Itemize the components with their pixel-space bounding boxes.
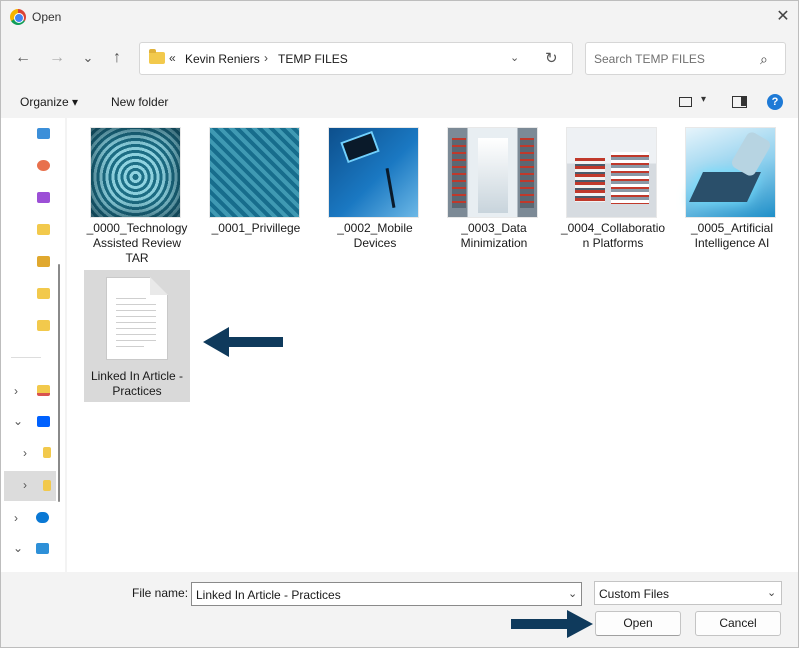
file-name-field[interactable]: Linked In Article - Practices ⌄: [191, 582, 582, 606]
close-icon[interactable]: ✕: [771, 6, 795, 28]
music-icon[interactable]: [37, 160, 50, 171]
chrome-icon: [10, 9, 26, 25]
refresh-icon[interactable]: ↻: [545, 49, 558, 67]
address-bar[interactable]: « Kevin Reniers › TEMP FILES ⌄ ↻: [139, 42, 573, 75]
breadcrumb-separator-icon[interactable]: ›: [264, 51, 268, 65]
open-button[interactable]: Open: [595, 611, 681, 636]
open-dialog: Open ✕ ← → ⌄ ↑ « Kevin Reniers › TEMP FI…: [0, 0, 799, 648]
document-icon: [106, 277, 168, 360]
forward-arrow-icon[interactable]: →: [46, 47, 68, 69]
videos-icon[interactable]: [37, 192, 50, 203]
nav-scrollbar[interactable]: [58, 264, 60, 502]
search-icon[interactable]: ⌕: [760, 51, 768, 68]
chevron-down-icon[interactable]: ⌄: [568, 587, 577, 600]
expand-chevron-icon[interactable]: ›: [23, 478, 27, 492]
file-list: _0000_Technology Assisted Review TAR _00…: [67, 118, 798, 572]
left-arrow-annotation-icon: [203, 327, 283, 357]
search-box[interactable]: Search TEMP FILES ⌕: [585, 42, 786, 75]
folder-icon: [43, 480, 51, 491]
file-thumbnail: [685, 127, 776, 218]
right-arrow-annotation-icon: [511, 610, 593, 638]
collapse-chevron-icon[interactable]: ⌄: [13, 414, 23, 428]
file-name: _0005_Artificial Intelligence AI: [690, 221, 774, 250]
breadcrumb-temp-files[interactable]: TEMP FILES: [278, 52, 348, 66]
organize-button[interactable]: Organize ▾: [20, 95, 78, 109]
collapse-chevron-icon[interactable]: ⌄: [13, 541, 23, 555]
downloads-folder-icon[interactable]: [37, 256, 50, 267]
shared-folder-icon[interactable]: [37, 385, 50, 396]
help-icon[interactable]: ?: [767, 94, 783, 110]
folder-icon: [149, 49, 165, 64]
file-thumbnail: [566, 127, 657, 218]
overflow-chevron-icon[interactable]: «: [169, 51, 176, 65]
file-item[interactable]: _0001_Privillege: [203, 118, 309, 258]
file-name-value[interactable]: Linked In Article - Practices: [196, 588, 341, 602]
dialog-title: Open: [32, 10, 62, 24]
folder-icon[interactable]: [37, 224, 50, 235]
file-type-select[interactable]: Custom Files ⌄: [594, 581, 782, 605]
file-thumbnail: [209, 127, 300, 218]
title-bar: Open ✕: [1, 1, 798, 33]
folder-icon[interactable]: [37, 288, 50, 299]
file-name: _0002_Mobile Devices: [337, 221, 413, 250]
file-name: _0003_Data Minimization: [460, 221, 528, 250]
pictures-icon[interactable]: [37, 128, 50, 139]
folder-icon[interactable]: [43, 447, 51, 458]
new-folder-button[interactable]: New folder: [111, 95, 168, 109]
dropbox-icon[interactable]: [37, 416, 50, 427]
file-item[interactable]: _0005_Artificial Intelligence AI: [679, 118, 785, 258]
file-dialog-footer: File name: Linked In Article - Practices…: [1, 572, 798, 647]
nav-item-selected[interactable]: ›: [4, 471, 56, 501]
file-name: _0004_Collaboration Platforms: [560, 221, 666, 250]
file-item[interactable]: _0003_Data Minimization: [441, 118, 547, 258]
file-name-label: File name:: [132, 586, 189, 600]
file-thumbnail: [447, 127, 538, 218]
preview-pane-icon[interactable]: [732, 96, 747, 108]
file-type-value: Custom Files: [599, 587, 670, 601]
file-name: _0001_Privillege: [211, 221, 301, 235]
file-thumbnail: [90, 127, 181, 218]
file-item-selected[interactable]: Linked In Article - Practices: [84, 270, 190, 402]
expand-chevron-icon[interactable]: ›: [14, 384, 18, 398]
file-thumbnail: [328, 127, 419, 218]
nav-divider: [11, 357, 41, 358]
file-item[interactable]: _0000_Technology Assisted Review TAR: [84, 118, 190, 265]
expand-chevron-icon[interactable]: ›: [23, 446, 27, 460]
navigation-pane: › ⌄ › › › ⌄: [1, 118, 65, 572]
file-item[interactable]: _0004_Collaboration Platforms: [560, 118, 666, 258]
file-item[interactable]: _0002_Mobile Devices: [322, 118, 428, 258]
view-mode-icon[interactable]: [679, 97, 692, 107]
breadcrumb-kevin-reniers[interactable]: Kevin Reniers: [185, 52, 260, 66]
expand-chevron-icon[interactable]: ›: [14, 511, 18, 525]
search-input[interactable]: Search TEMP FILES: [594, 52, 705, 66]
folder-icon[interactable]: [37, 320, 50, 331]
back-arrow-icon[interactable]: ←: [12, 47, 34, 69]
recent-locations-chevron-icon[interactable]: ⌄: [77, 47, 99, 69]
this-pc-icon[interactable]: [36, 543, 49, 554]
up-arrow-icon[interactable]: ↑: [106, 47, 128, 69]
file-name: Linked In Article - Practices: [90, 369, 184, 398]
view-dropdown-icon[interactable]: ▾: [701, 94, 706, 105]
cancel-button[interactable]: Cancel: [695, 611, 781, 636]
onedrive-icon[interactable]: [36, 512, 49, 523]
chevron-down-icon[interactable]: ⌄: [767, 586, 776, 599]
address-dropdown-icon[interactable]: ⌄: [510, 51, 519, 64]
file-name: _0000_Technology Assisted Review TAR: [86, 221, 188, 265]
